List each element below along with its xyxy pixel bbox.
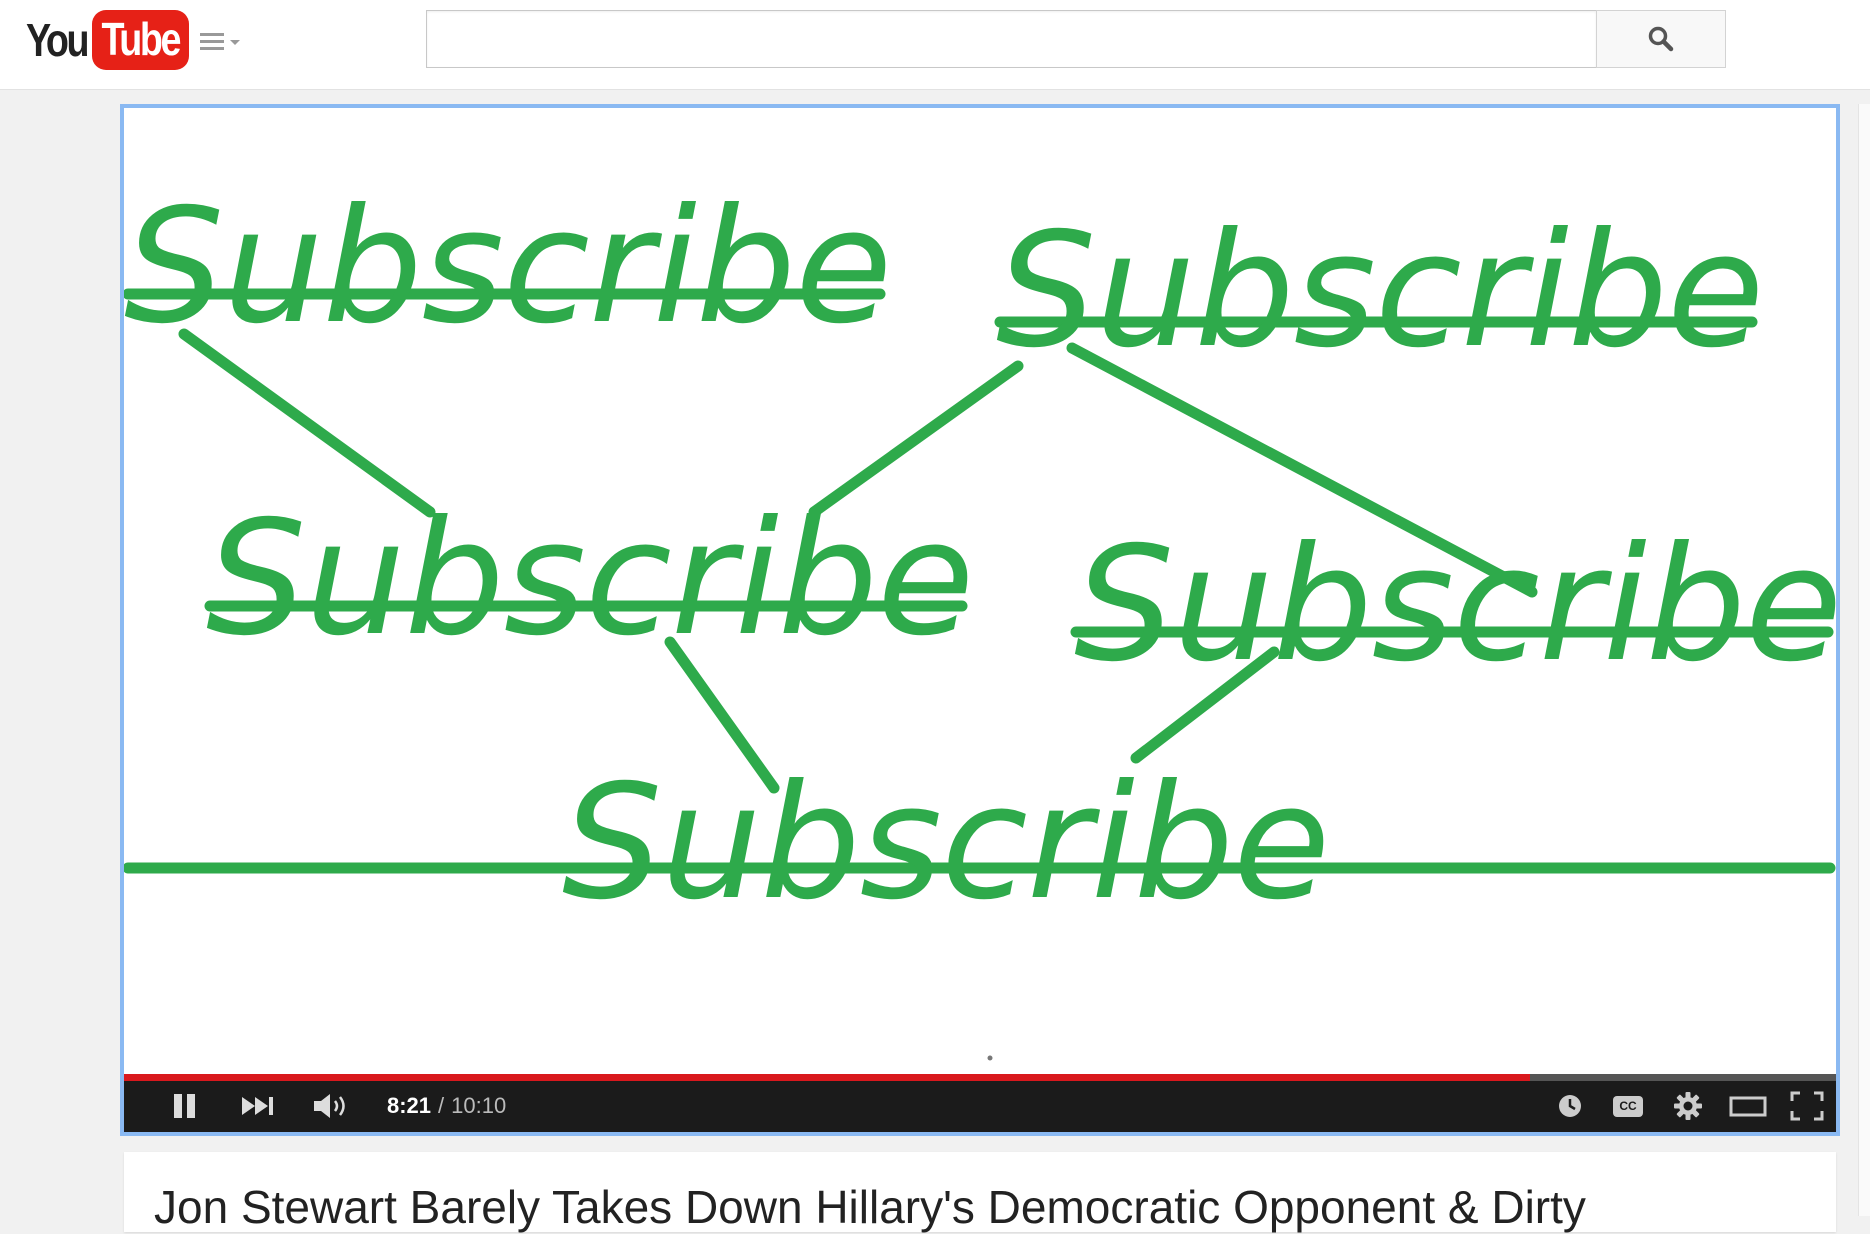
captions-label: CC [1619,1099,1637,1113]
search-icon [1648,26,1674,52]
search-input[interactable] [426,10,1596,68]
settings-icon [1674,1092,1702,1120]
guide-menu-button[interactable] [198,28,250,58]
time-separator: / [438,1093,445,1118]
current-time: 8:21 [387,1093,432,1118]
pause-icon [174,1094,195,1118]
video-info-card: Jon Stewart Barely Takes Down Hillary's … [124,1152,1836,1233]
watch-later-button[interactable] [1552,1084,1588,1128]
captions-icon: CC [1613,1095,1643,1117]
volume-button[interactable] [308,1084,356,1128]
next-button[interactable] [236,1084,280,1128]
volume-icon [314,1094,345,1118]
settings-button[interactable] [1668,1084,1708,1128]
sidebar-edge [1858,104,1870,1216]
subscribe-text-5: Subscribe [562,751,1330,935]
logo-tube-badge: Tube [92,10,189,70]
pause-button[interactable] [162,1084,208,1128]
subscribe-text-1: Subscribe [124,175,892,359]
progress-bar[interactable] [124,1074,1836,1081]
theater-mode-icon [1729,1096,1767,1117]
time-display: 8:21 / 10:10 [387,1084,506,1128]
masthead: You Tube [0,0,1870,90]
fullscreen-icon [1790,1091,1824,1121]
video-title: Jon Stewart Barely Takes Down Hillary's … [154,1181,1586,1233]
video-frame[interactable]: Subscribe Subscribe Subscribe Subscribe … [124,108,1836,1074]
video-player[interactable]: Subscribe Subscribe Subscribe Subscribe … [120,104,1840,1136]
subscribe-text-3: Subscribe [206,487,974,671]
logo-text-you: You [26,14,90,66]
subscribe-text-4: Subscribe [1074,513,1840,697]
logo-text-tube: Tube [101,13,182,65]
watch-later-icon [1559,1095,1581,1117]
youtube-logo[interactable]: You Tube [26,10,189,70]
search-button[interactable] [1596,10,1726,68]
hamburger-icon [200,33,240,50]
connector-line-1 [178,328,436,518]
theater-mode-button[interactable] [1724,1084,1772,1128]
video-dot [987,1055,993,1061]
progress-played [124,1074,1530,1081]
captions-button[interactable]: CC [1608,1084,1648,1128]
subscribe-text-2: Subscribe [996,199,1764,383]
duration: 10:10 [451,1093,507,1118]
next-icon [242,1097,273,1115]
fullscreen-button[interactable] [1784,1084,1830,1128]
